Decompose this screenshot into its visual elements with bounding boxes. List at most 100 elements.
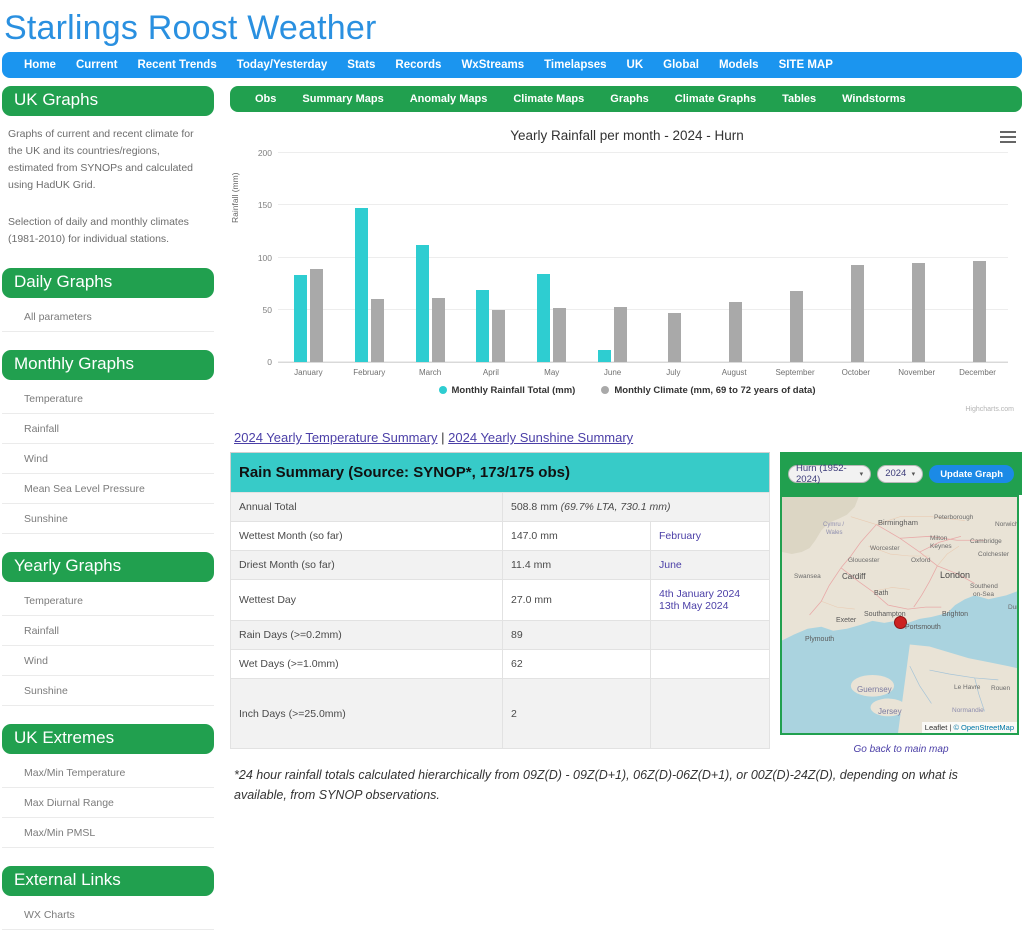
page-layout: UK Graphs Graphs of current and recent cl… <box>0 86 1024 948</box>
sidebar-item-max-min-temperature[interactable]: Max/Min Temperature <box>2 758 214 788</box>
station-select[interactable]: Hurn (1952-2024) ▾ <box>788 463 872 485</box>
nav-item-home[interactable]: Home <box>14 59 66 71</box>
sidebar-item-mean-sea-level-pressure[interactable]: Mean Sea Level Pressure <box>2 474 214 504</box>
row-link[interactable]: June <box>659 559 761 571</box>
map-label-colchester: Colchester <box>978 551 1010 558</box>
summary-links-separator: | <box>437 430 449 445</box>
subnav-item-tables[interactable]: Tables <box>769 93 829 105</box>
nav-item-stats[interactable]: Stats <box>337 59 385 71</box>
x-axis-label: November <box>898 368 936 377</box>
x-axis-label: January <box>294 368 323 377</box>
x-axis-label: December <box>959 368 996 377</box>
bar-monthly-climate[interactable] <box>614 306 628 362</box>
sidebar-description-primary: Graphs of current and recent climate for… <box>8 128 194 191</box>
row-link-cell[interactable]: February <box>650 521 770 551</box>
bar-monthly-rainfall[interactable] <box>415 244 429 362</box>
update-graph-button[interactable]: Update Graph <box>929 464 1014 483</box>
map-label-bath: Bath <box>874 590 889 597</box>
chevron-updown-icon: ▾ <box>859 470 864 478</box>
leaflet-attribution[interactable]: Leaflet <box>925 723 948 732</box>
sidebar-item-wind[interactable]: Wind <box>2 444 214 474</box>
sidebar-item-rainfall[interactable]: Rainfall <box>2 616 214 646</box>
sidebar-item-sunshine[interactable]: Sunshine <box>2 676 214 706</box>
sidebar-item-wx-charts[interactable]: WX Charts <box>2 900 214 930</box>
sunshine-summary-link[interactable]: 2024 Yearly Sunshine Summary <box>448 430 633 445</box>
subnav-item-climate-maps[interactable]: Climate Maps <box>500 93 597 105</box>
nav-item-models[interactable]: Models <box>709 59 769 71</box>
bar-monthly-rainfall[interactable] <box>293 275 307 362</box>
bar-monthly-climate[interactable] <box>309 269 323 362</box>
chart-x-axis-labels: January February March April May June July Augu… <box>278 368 1008 377</box>
nav-item-recent-trends[interactable]: Recent Trends <box>127 59 226 71</box>
bar-monthly-climate[interactable] <box>972 260 986 362</box>
bar-monthly-climate[interactable] <box>850 264 864 362</box>
row-link-cell <box>650 678 770 749</box>
subnav-item-climate-graphs[interactable]: Climate Graphs <box>662 93 769 105</box>
map-label-portsmouth: Portsmouth <box>905 624 941 631</box>
row-value: 89 <box>502 620 651 650</box>
nav-item-global[interactable]: Global <box>653 59 709 71</box>
nav-item-records[interactable]: Records <box>385 59 451 71</box>
bar-monthly-rainfall[interactable] <box>598 350 612 362</box>
row-value: 11.4 mm <box>502 550 651 580</box>
subnav-item-obs[interactable]: Obs <box>242 93 289 105</box>
row-link-cell[interactable]: 4th January 2024 13th May 2024 <box>650 579 770 621</box>
map-label-keynes: Keynes <box>930 543 952 550</box>
sidebar-item-temperature[interactable]: Temperature <box>2 384 214 414</box>
nav-item-uk[interactable]: UK <box>617 59 654 71</box>
bar-monthly-climate[interactable] <box>668 312 682 362</box>
row-value: 62 <box>502 649 651 679</box>
bar-monthly-climate[interactable] <box>911 262 925 362</box>
table-row: Driest Month (so far) 11.4 mm June <box>230 550 770 580</box>
subnav-item-windstorms[interactable]: Windstorms <box>829 93 918 105</box>
subnav-item-anomaly-maps[interactable]: Anomaly Maps <box>397 93 501 105</box>
bar-monthly-climate[interactable] <box>492 309 506 362</box>
subnav-item-graphs[interactable]: Graphs <box>597 93 662 105</box>
bar-group <box>825 153 886 362</box>
row-label: Driest Month (so far) <box>230 550 503 580</box>
sidebar-item-sunshine[interactable]: Sunshine <box>2 504 214 534</box>
nav-item-timelapses[interactable]: Timelapses <box>534 59 616 71</box>
sidebar-item-rainfall[interactable]: Rainfall <box>2 414 214 444</box>
go-back-to-main-map-link[interactable]: Go back to main map <box>780 744 1022 755</box>
sidebar-description-secondary: Selection of daily and monthly climates … <box>8 216 189 245</box>
bar-monthly-rainfall[interactable] <box>476 289 490 362</box>
sidebar-item-temperature[interactable]: Temperature <box>2 586 214 616</box>
table-row: Annual Total 508.8 mm (69.7% LTA, 730.1 m… <box>230 492 770 522</box>
bar-monthly-climate[interactable] <box>370 299 384 362</box>
bar-monthly-climate[interactable] <box>790 290 804 362</box>
map-label-swansea: Swansea <box>794 573 821 580</box>
legend-item[interactable]: Monthly Climate (mm, 69 to 72 years of d… <box>601 385 816 396</box>
bar-monthly-rainfall[interactable] <box>537 274 551 362</box>
bar-monthly-rainfall[interactable] <box>354 208 368 362</box>
row-link-cell[interactable]: June <box>650 550 770 580</box>
nav-item-today-yesterday[interactable]: Today/Yesterday <box>227 59 338 71</box>
bar-monthly-climate[interactable] <box>553 307 567 362</box>
row-link[interactable]: February <box>659 530 761 542</box>
bar-monthly-climate[interactable] <box>431 298 445 362</box>
sidebar-item-max-diurnal-range[interactable]: Max Diurnal Range <box>2 788 214 818</box>
temperature-summary-link[interactable]: 2024 Yearly Temperature Summary <box>234 430 438 445</box>
row-label: Rain Days (>=0.2mm) <box>230 620 503 650</box>
nav-item-current[interactable]: Current <box>66 59 128 71</box>
rain-summary-table: Annual Total 508.8 mm (69.7% LTA, 730.1 m… <box>230 492 770 749</box>
hamburger-menu-icon[interactable] <box>1000 128 1016 146</box>
year-select[interactable]: 2024 ▾ <box>877 464 924 483</box>
sidebar-item-max-min-pmsl[interactable]: Max/Min PMSL <box>2 818 214 848</box>
sidebar-item-wind[interactable]: Wind <box>2 646 214 676</box>
table-row: Wettest Day 27.0 mm 4th January 2024 13th M… <box>230 579 770 621</box>
sidebar-item-all-parameters[interactable]: All parameters <box>2 302 214 332</box>
bar-monthly-climate[interactable] <box>729 302 743 362</box>
map-label-on-sea: on-Sea <box>973 591 994 598</box>
row-link[interactable]: 4th January 2024 <box>659 588 761 600</box>
osm-attribution[interactable]: © OpenStreetMap <box>953 723 1014 732</box>
x-axis-label: September <box>775 368 815 377</box>
location-map[interactable]: Leaflet | © OpenStreetMap Birmingham Pete… <box>780 495 1019 735</box>
subnav-item-summary-maps[interactable]: Summary Maps <box>289 93 396 105</box>
legend-item[interactable]: Monthly Rainfall Total (mm) <box>438 385 575 396</box>
row-link-secondary[interactable]: 13th May 2024 <box>659 600 761 612</box>
nav-item-wxstreams[interactable]: WxStreams <box>451 59 534 71</box>
legend-color-swatch <box>438 386 447 394</box>
table-row: Wettest Month (so far) 147.0 mm February <box>230 521 770 551</box>
nav-item-site-map[interactable]: SITE MAP <box>769 59 843 71</box>
